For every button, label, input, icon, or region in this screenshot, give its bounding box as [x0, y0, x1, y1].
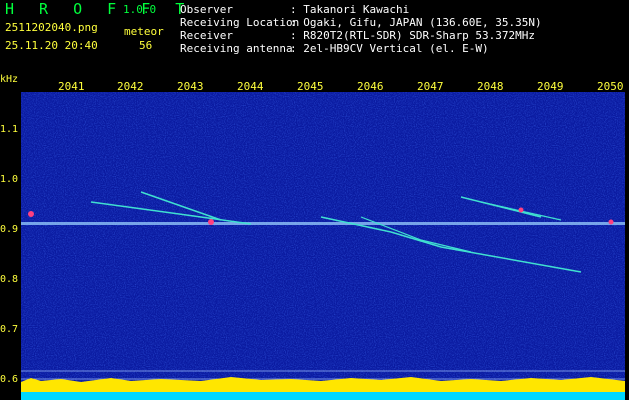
file-name: 2511202040.png: [5, 21, 98, 34]
date-time: 25.11.20 20:40: [5, 39, 98, 52]
app-title: H R O F F T: [5, 0, 193, 18]
info-row-receiver: Receiver : R820T2(RTL-SDR) SDR-Sharp 53.3…: [180, 29, 535, 42]
info-value: : Takanori Kawachi: [290, 3, 410, 16]
header-panel: H R O F F T 1.0.0 2511202040.png 25.11.2…: [0, 0, 629, 72]
info-label: Receiver: [180, 29, 233, 42]
info-label: Observer: [180, 3, 233, 16]
info-label: Receiving antenna: [180, 42, 293, 55]
info-row-antenna: Receiving antenna: 2el-HB9CV Vertical (e…: [180, 42, 489, 55]
carrier-line: [21, 222, 625, 225]
y-tick-label: 0.9: [0, 224, 19, 235]
spectrogram-plot: [21, 92, 625, 400]
meteor-head: [518, 207, 524, 213]
app-version: 1.0.0: [123, 3, 157, 16]
y-tick-label: 1.1: [0, 124, 19, 135]
info-row-observer: Observer : Takanori Kawachi: [180, 3, 409, 16]
power-baseline: [21, 392, 625, 400]
spectrogram-noise: [21, 92, 625, 400]
meteor-head: [208, 219, 214, 225]
info-value: : Ogaki, Gifu, JAPAN (136.60E, 35.35N): [290, 16, 542, 29]
meteor-head: [28, 211, 34, 217]
meteor-head: [608, 219, 614, 225]
info-row-location: Receiving Location: Ogaki, Gifu, JAPAN (…: [180, 16, 542, 29]
power-band: [21, 382, 625, 392]
y-axis-unit: kHz: [0, 74, 19, 85]
info-value: : R820T2(RTL-SDR) SDR-Sharp 53.372MHz: [290, 29, 536, 42]
info-label: Receiving Location: [180, 16, 300, 29]
meteor-count: 56: [139, 39, 153, 52]
meteor-label: meteor: [124, 25, 164, 38]
y-tick-label: 0.8: [0, 274, 19, 285]
y-tick-label: 1.0: [0, 174, 19, 185]
y-tick-label: 0.7: [0, 324, 19, 335]
info-value: : 2el-HB9CV Vertical (el. E-W): [290, 42, 489, 55]
y-tick-label: 0.6: [0, 374, 19, 385]
